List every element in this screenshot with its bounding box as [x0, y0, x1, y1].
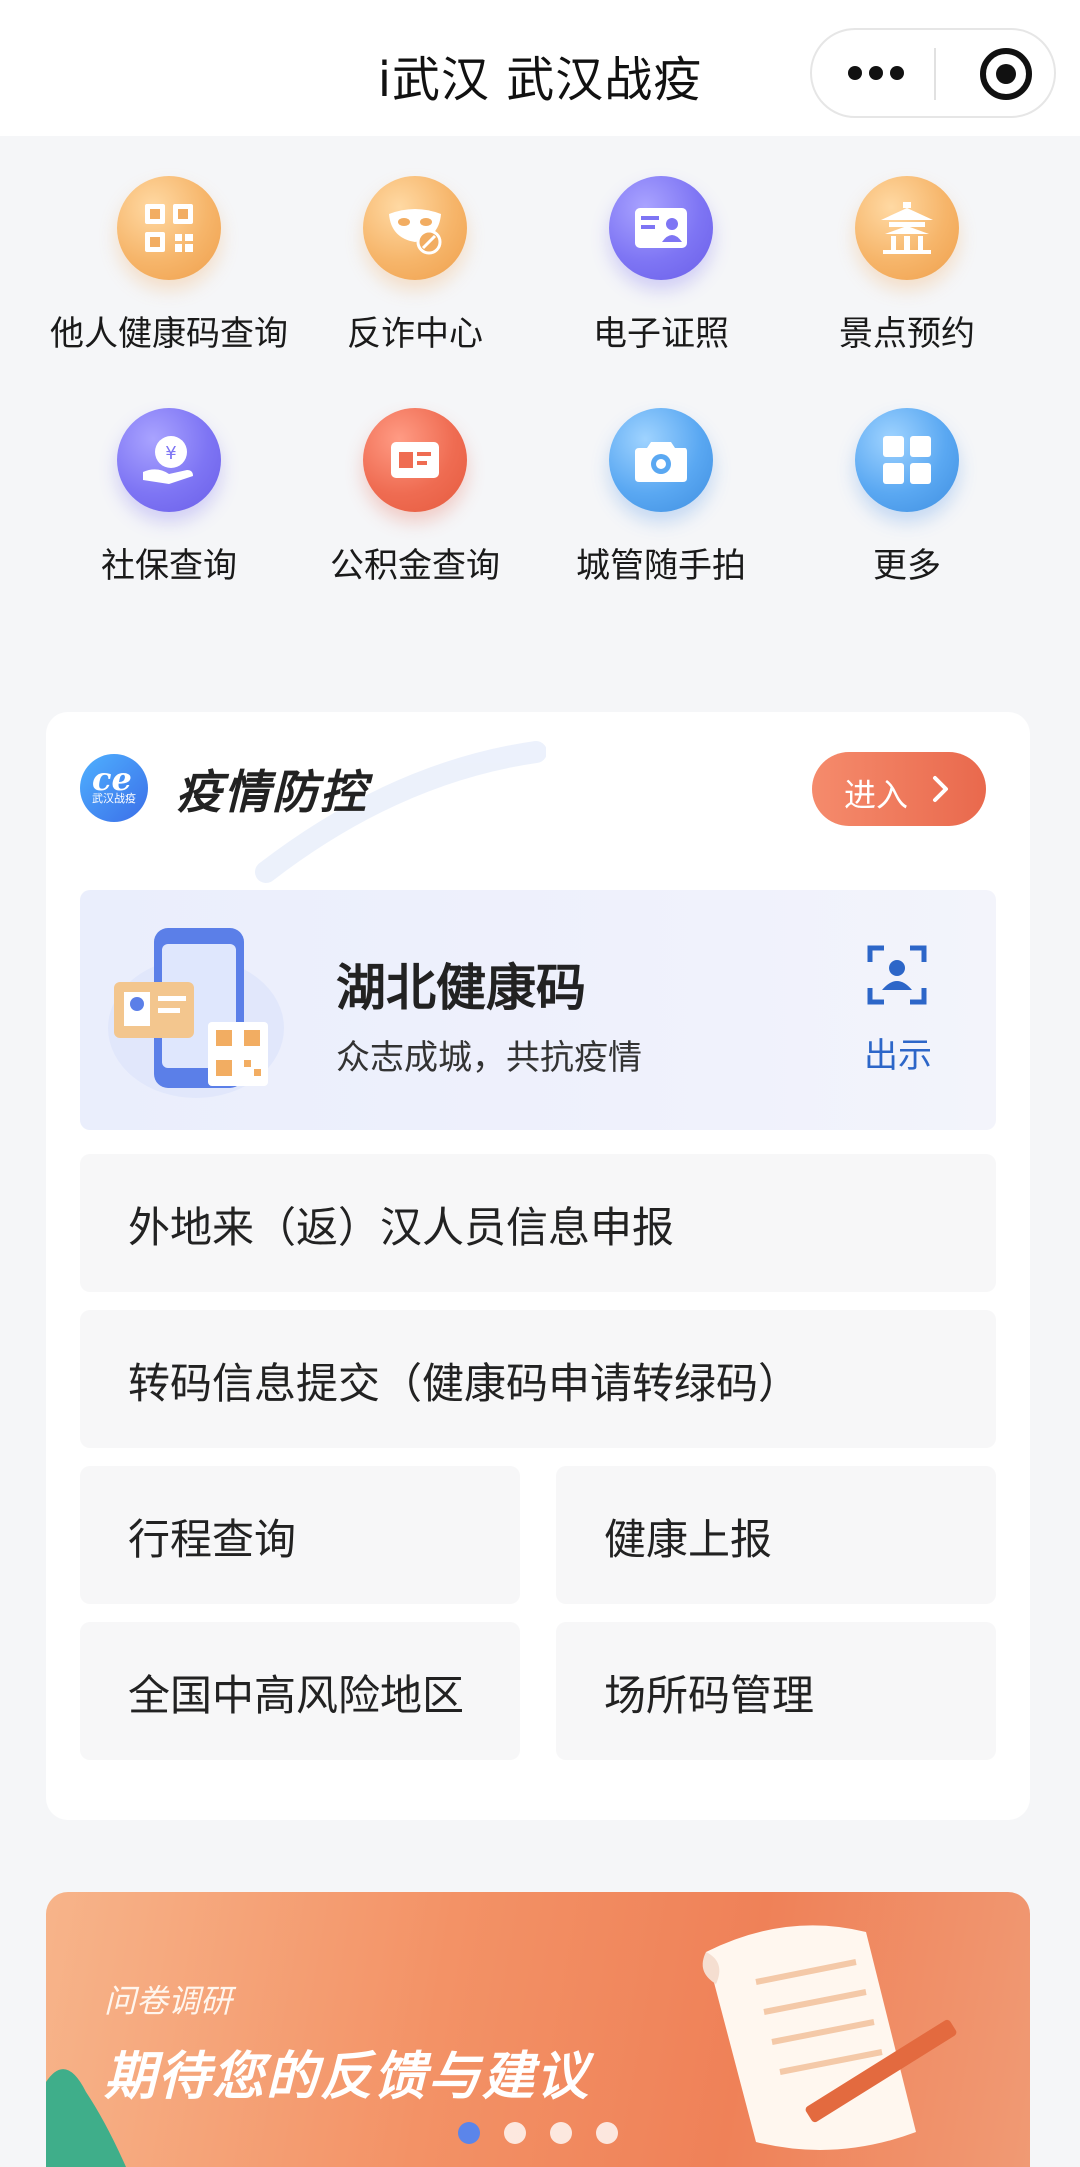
scan-user-icon[interactable] — [866, 944, 928, 1006]
phone-qr-illustration — [108, 928, 284, 1098]
qr-code-icon — [117, 176, 221, 280]
enter-button[interactable]: 进入 — [812, 752, 986, 826]
survey-banner[interactable]: 问卷调研 期待您的反馈与建议 — [46, 1892, 1030, 2167]
service-more[interactable]: 更多 — [784, 392, 1030, 592]
banner-title: 期待您的反馈与建议 — [104, 2047, 591, 2107]
show-code-button[interactable]: 出示 — [846, 1028, 950, 1077]
service-label: 景点预约 — [839, 314, 975, 354]
svg-text:¥: ¥ — [165, 443, 176, 464]
capsule-divider — [934, 48, 936, 100]
epidemic-card: ce 武汉战疫 疫情防控 进入 湖北健康码 众志成城，共抗疫情 出示 外地来（返… — [46, 712, 1030, 1820]
social-security-icon: ¥ — [117, 408, 221, 512]
carousel-dot[interactable] — [458, 2122, 480, 2144]
list-item-code-conversion[interactable]: 转码信息提交（健康码申请转绿码） — [80, 1310, 996, 1448]
chevron-right-icon — [933, 776, 948, 802]
housing-fund-icon — [363, 408, 467, 512]
list-item-health-report[interactable]: 健康上报 — [556, 1466, 996, 1604]
list-item-itinerary-query[interactable]: 行程查询 — [80, 1466, 520, 1604]
capsule-menu — [810, 28, 1056, 118]
service-label: 城管随手拍 — [576, 546, 746, 586]
carousel-dot[interactable] — [550, 2122, 572, 2144]
list-item-outside-return-report[interactable]: 外地来（返）汉人员信息申报 — [80, 1154, 996, 1292]
wuhan-fight-logo: ce 武汉战疫 — [80, 754, 148, 822]
camera-icon — [609, 408, 713, 512]
mini-program-header: i武汉 武汉战疫 — [0, 0, 1080, 136]
list-item-label: 健康上报 — [604, 1515, 773, 1564]
service-grid: 他人健康码查询 反诈中心 电子证照 景点预约 ¥ 社保查询 公积金查询 城管随手… — [0, 160, 1080, 600]
enter-label: 进入 — [844, 776, 909, 814]
pavilion-icon — [855, 176, 959, 280]
service-anti-fraud[interactable]: 反诈中心 — [292, 160, 538, 360]
banner-eyebrow: 问卷调研 — [104, 1982, 233, 2020]
health-code-title: 湖北健康码 — [336, 959, 586, 1017]
service-label: 公积金查询 — [330, 546, 500, 586]
service-housing-fund[interactable]: 公积金查询 — [292, 392, 538, 592]
grid-more-icon — [855, 408, 959, 512]
service-health-code-query[interactable]: 他人健康码查询 — [46, 160, 292, 360]
card-title: 疫情防控 — [176, 765, 368, 819]
service-e-license[interactable]: 电子证照 — [538, 160, 784, 360]
health-code-subtitle: 众志成城，共抗疫情 — [336, 1038, 642, 1078]
list-item-risk-areas[interactable]: 全国中高风险地区 — [80, 1622, 520, 1760]
service-label: 电子证照 — [593, 314, 729, 354]
list-item-label: 场所码管理 — [604, 1671, 815, 1720]
service-city-snapshot[interactable]: 城管随手拍 — [538, 392, 784, 592]
service-scenic-booking[interactable]: 景点预约 — [784, 160, 1030, 360]
service-label: 更多 — [873, 546, 941, 586]
list-item-label: 全国中高风险地区 — [128, 1671, 465, 1720]
carousel-dot[interactable] — [596, 2122, 618, 2144]
close-mini-program-button[interactable] — [980, 48, 1032, 100]
more-options-button[interactable] — [848, 56, 904, 92]
service-label: 反诈中心 — [347, 314, 483, 354]
service-social-security[interactable]: ¥ 社保查询 — [46, 392, 292, 592]
service-label: 社保查询 — [101, 546, 237, 586]
list-item-label: 行程查询 — [128, 1515, 297, 1564]
id-card-icon — [609, 176, 713, 280]
mask-icon — [363, 176, 467, 280]
list-item-label: 转码信息提交（健康码申请转绿码） — [128, 1359, 801, 1408]
carousel-dot[interactable] — [504, 2122, 526, 2144]
carousel-indicator — [46, 2122, 1030, 2148]
service-label: 他人健康码查询 — [50, 314, 288, 354]
list-item-label: 外地来（返）汉人员信息申报 — [128, 1203, 675, 1252]
health-code-panel[interactable]: 湖北健康码 众志成城，共抗疫情 出示 — [80, 890, 996, 1130]
list-item-venue-code[interactable]: 场所码管理 — [556, 1622, 996, 1760]
